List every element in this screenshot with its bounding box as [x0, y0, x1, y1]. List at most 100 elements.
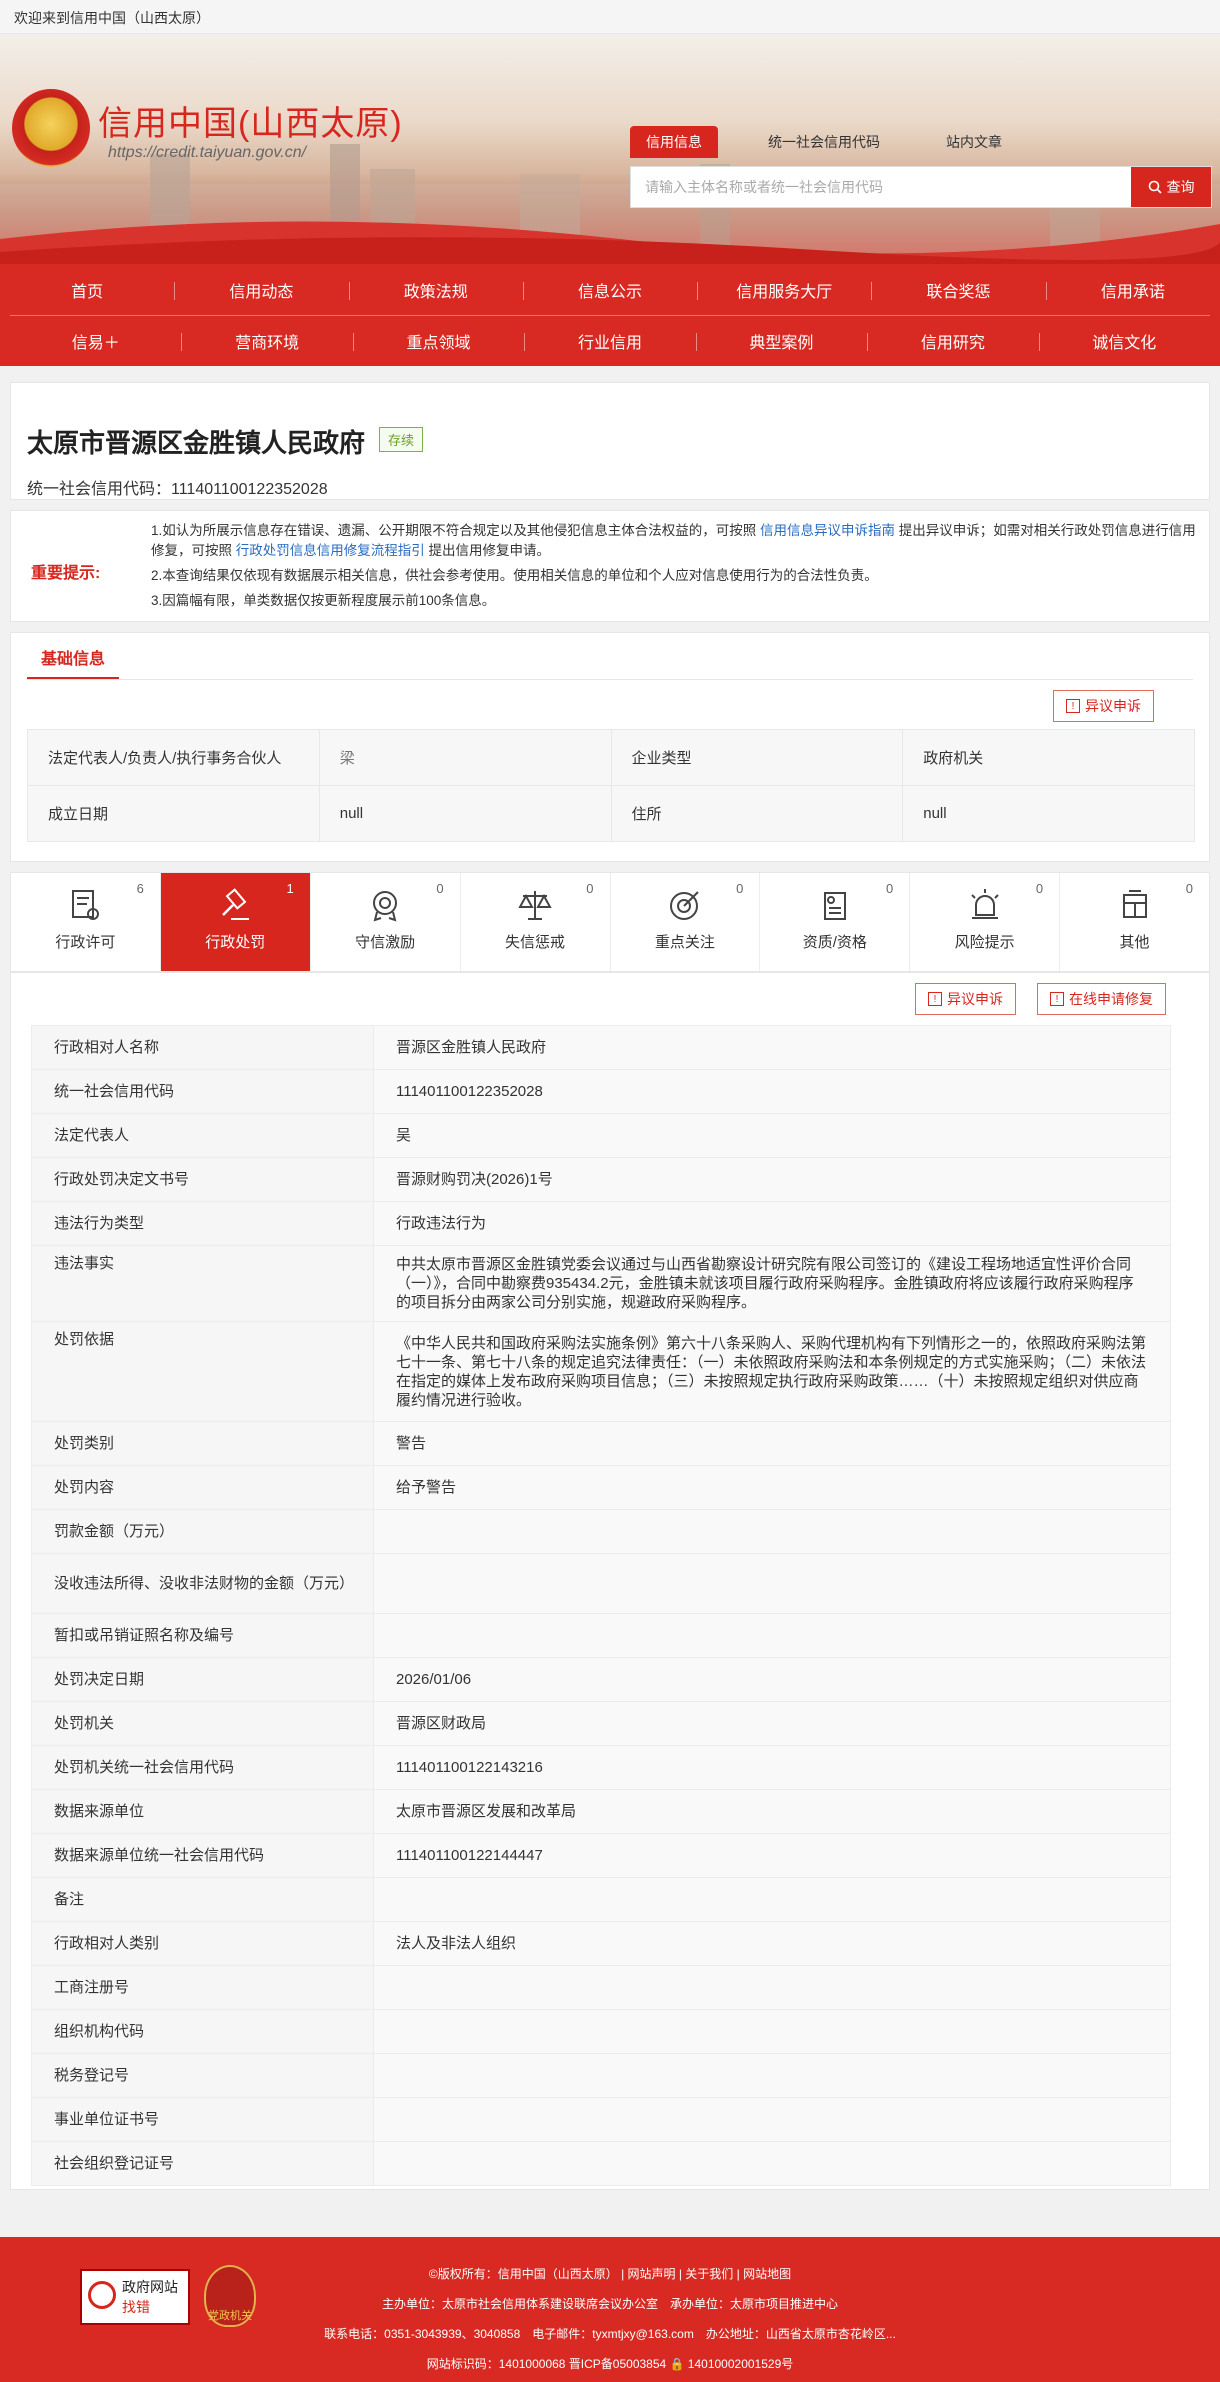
- search-button[interactable]: 查询: [1131, 167, 1211, 207]
- welcome-text: 欢迎来到信用中国（山西太原）: [14, 10, 210, 26]
- tab-other[interactable]: 0 其他: [1060, 873, 1209, 971]
- alarm-icon: [970, 889, 999, 919]
- table-row: 备注: [31, 1877, 1171, 1922]
- tab-key-focus[interactable]: 0 重点关注: [611, 873, 761, 971]
- field-value: 《中华人民共和国政府采购法实施条例》第六十八条采购人、采购代理机构有下列情形之一…: [373, 1321, 1171, 1422]
- objection-button[interactable]: ! 异议申诉: [915, 983, 1016, 1015]
- nav-item-culture[interactable]: 诚信文化: [1038, 329, 1210, 353]
- footer-sponsor: 主办单位：太原市社会信用体系建设联席会议办公室 承办单位：太原市项目推进中心: [381, 2297, 838, 2311]
- table-cell: 政府机关: [902, 729, 1195, 786]
- nav-item-credit-news[interactable]: 信用动态: [174, 278, 348, 302]
- field-value: 2026/01/06: [373, 1657, 1171, 1702]
- nav-item-disclosure[interactable]: 信息公示: [522, 278, 697, 302]
- tab-trust-reward[interactable]: 0 守信激励: [311, 873, 461, 971]
- online-repair-button[interactable]: ! 在线申请修复: [1037, 983, 1166, 1015]
- nav-row-2: 信易＋ 营商环境 重点领域 行业信用 典型案例 信用研究 诚信文化: [10, 315, 1210, 366]
- objection-button-label: 异议申诉: [1085, 698, 1141, 714]
- table-row: 成立日期 null 住所 null: [27, 785, 1195, 842]
- basic-info-table: 法定代表人/负责人/执行事务合伙人 梁 企业类型 政府机关 成立日期 null …: [27, 729, 1195, 842]
- table-row: 税务登记号: [31, 2053, 1171, 2098]
- notice-line-3: 3.因篇幅有限，单类数据仅按更新程度展示前100条信息。: [151, 593, 496, 608]
- table-row: 工商注册号: [31, 1965, 1171, 2010]
- field-label: 处罚决定日期: [31, 1657, 374, 1702]
- search-tab-credit-code[interactable]: 统一社会信用代码: [752, 126, 896, 158]
- field-value: 吴: [373, 1113, 1171, 1158]
- field-label: 法定代表人: [31, 1113, 374, 1158]
- nav-item-commitment[interactable]: 信用承诺: [1045, 278, 1220, 302]
- search-tab-articles[interactable]: 站内文章: [930, 126, 1018, 158]
- tab-admin-permit[interactable]: 6 行政许可: [11, 873, 161, 971]
- nav-item-key-areas[interactable]: 重点领域: [352, 329, 524, 353]
- table-row: 法定代表人/负责人/执行事务合伙人 梁 企业类型 政府机关: [27, 729, 1195, 786]
- field-label: 处罚类别: [31, 1421, 374, 1466]
- field-label: 违法事实: [31, 1245, 374, 1322]
- nav-item-business-env[interactable]: 营商环境: [181, 329, 352, 353]
- nav-item-research[interactable]: 信用研究: [867, 329, 1038, 353]
- notice-line-2: 2.本查询结果仅依现有数据展示相关信息，供社会参考使用。使用相关信息的单位和个人…: [151, 568, 878, 583]
- nav-row-1: 首页 信用动态 政策法规 信息公示 信用服务大厅 联合奖惩 信用承诺: [0, 264, 1220, 315]
- count-badge: 0: [886, 881, 894, 896]
- tab-qualification[interactable]: 0 资质/资格: [760, 873, 911, 971]
- field-value: [373, 2141, 1171, 2186]
- nav-item-industry-credit[interactable]: 行业信用: [524, 329, 695, 353]
- table-row: 暂扣或吊销证照名称及编号: [31, 1613, 1171, 1658]
- search-tab-credit-info[interactable]: 信用信息: [630, 126, 718, 158]
- field-value: 晋源财购罚决(2026)1号: [373, 1157, 1171, 1202]
- table-row: 行政相对人名称 晋源区金胜镇人民政府: [31, 1025, 1171, 1070]
- table-row: 处罚类别 警告: [31, 1421, 1171, 1466]
- footer-contact: 联系电话：0351-3043939、3040858 电子邮件：tyxmtjxy@…: [324, 2327, 896, 2341]
- field-label: 数据来源单位统一社会信用代码: [31, 1833, 374, 1878]
- tab-dishonest-penalty[interactable]: 0 失信惩戒: [461, 873, 611, 971]
- footer-links[interactable]: ©版权所有：信用中国（山西太原） | 网站声明 | 关于我们 | 网站地图: [0, 2265, 1220, 2282]
- field-label: 罚款金额（万元）: [31, 1509, 374, 1554]
- objection-guide-link[interactable]: 信用信息异议申诉指南: [760, 523, 895, 538]
- field-label: 统一社会信用代码: [31, 1069, 374, 1114]
- table-row: 处罚机关 晋源区财政局: [31, 1701, 1171, 1746]
- tab-admin-penalty[interactable]: 1 行政处罚: [160, 873, 311, 971]
- table-cell: 梁: [318, 729, 612, 786]
- nav-item-cases[interactable]: 典型案例: [695, 329, 867, 353]
- field-value: 警告: [373, 1421, 1171, 1466]
- warning-icon: !: [928, 992, 942, 1006]
- nav-item-xinyi[interactable]: 信易＋: [10, 329, 181, 353]
- nav-item-service-hall[interactable]: 信用服务大厅: [697, 278, 871, 302]
- objection-button[interactable]: ! 异议申诉: [1053, 690, 1154, 722]
- nav-item-policy[interactable]: 政策法规: [348, 278, 523, 302]
- table-row: 组织机构代码: [31, 2009, 1171, 2054]
- site-title[interactable]: 信用中国(山西太原): [98, 96, 403, 145]
- field-label: 违法行为类型: [31, 1201, 374, 1246]
- reward-medal-icon: [373, 891, 398, 922]
- repair-guide-link[interactable]: 行政处罚信息信用修复流程指引: [236, 543, 425, 558]
- field-label: 组织机构代码: [31, 2009, 374, 2054]
- tab-basic-info[interactable]: 基础信息: [27, 633, 119, 679]
- table-row: 统一社会信用代码 111401100122352028: [31, 1069, 1171, 1114]
- field-label: 处罚依据: [31, 1321, 374, 1422]
- field-value: 111401100122352028: [373, 1069, 1171, 1114]
- table-row: 罚款金额（万元）: [31, 1509, 1171, 1554]
- field-value: [373, 2053, 1171, 2098]
- other-doc-icon: [1122, 890, 1147, 918]
- welcome-bar: 欢迎来到信用中国（山西太原）: [0, 0, 1220, 34]
- entity-name: 太原市晋源区金胜镇人民政府: [27, 428, 366, 458]
- field-value: [373, 1613, 1171, 1658]
- field-value: 111401100122144447: [373, 1833, 1171, 1878]
- field-value: 111401100122143216: [373, 1745, 1171, 1790]
- entity-card: 太原市晋源区金胜镇人民政府 存续 统一社会信用代码：11140110012235…: [10, 382, 1210, 500]
- field-value: [373, 2097, 1171, 2142]
- table-row: 处罚内容 给予警告: [31, 1465, 1171, 1510]
- tab-label: 重点关注: [654, 934, 715, 951]
- section-divider: [27, 679, 1193, 680]
- main-nav: 首页 信用动态 政策法规 信息公示 信用服务大厅 联合奖惩 信用承诺 信易＋ 营…: [0, 264, 1220, 366]
- site-url: https://credit.taiyuan.gov.cn/: [108, 144, 307, 161]
- table-row: 事业单位证书号: [31, 2097, 1171, 2142]
- table-row: 行政处罚决定文书号 晋源财购罚决(2026)1号: [31, 1157, 1171, 1202]
- notice-line-1: 1.如认为所展示信息存在错误、遗漏、公开期限不符合规定以及其他侵犯信息主体合法权…: [151, 523, 1196, 558]
- field-label: 暂扣或吊销证照名称及编号: [31, 1613, 374, 1658]
- nav-item-joint-rewards[interactable]: 联合奖惩: [871, 278, 1045, 302]
- tab-risk-alert[interactable]: 0 风险提示: [910, 873, 1061, 971]
- tab-label: 守信激励: [355, 934, 416, 951]
- objection-button-label: 异议申诉: [947, 991, 1003, 1007]
- search-input[interactable]: [631, 167, 1131, 207]
- field-value: [373, 1965, 1171, 2010]
- nav-item-home[interactable]: 首页: [0, 278, 174, 302]
